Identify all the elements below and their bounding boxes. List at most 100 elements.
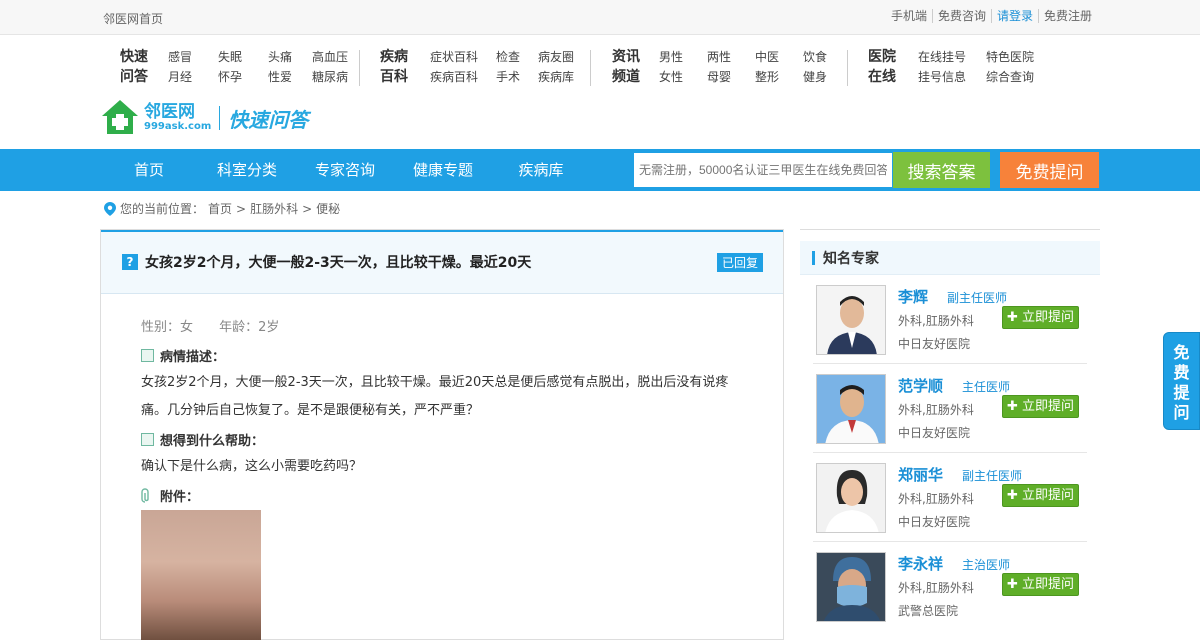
paperclip-icon — [141, 488, 149, 503]
doctor-avatar[interactable] — [816, 552, 886, 622]
top-bar: 邻医网首页 手机端 免费咨询 请登录 免费注册 — [0, 0, 1200, 35]
ask-doctor-button[interactable]: ✚ 立即提问 — [1002, 484, 1079, 507]
site-logo[interactable]: 邻医网 999ask.com 快速问答 — [100, 98, 308, 138]
breadcrumb-department[interactable]: 肛肠外科 — [250, 200, 298, 217]
menu-item[interactable]: 怀孕 — [218, 67, 268, 87]
doctor-avatar[interactable] — [816, 285, 886, 355]
status-badge: 已回复 — [716, 253, 763, 272]
mobile-link[interactable]: 手机端 — [886, 9, 932, 23]
nav-expert-consult[interactable]: 专家咨询 — [296, 149, 394, 191]
help-text: 确认下是什么病，这么小需要吃药吗？ — [141, 459, 363, 474]
menu-group-hospital: 医院 在线 在线挂号 挂号信息 特色医院 综合查询 — [862, 47, 1046, 87]
free-consult-link[interactable]: 免费咨询 — [931, 9, 991, 23]
menu-category-qa[interactable]: 快速 问答 — [114, 47, 154, 87]
menu-category-hospital[interactable]: 医院 在线 — [862, 47, 902, 87]
login-link[interactable]: 请登录 — [990, 9, 1038, 23]
help-heading: 想得到什么帮助： — [141, 430, 264, 449]
floating-ask-button[interactable]: 免费提问 — [1163, 332, 1200, 430]
menu-item[interactable]: 检查 — [496, 47, 538, 67]
menu-group-news: 资讯 频道 男性 女性 两性 母婴 中医 整形 饮食 健身 — [606, 47, 843, 87]
nav-departments[interactable]: 科室分类 — [198, 149, 296, 191]
menu-item[interactable]: 头痛 — [268, 47, 312, 67]
menu-item[interactable]: 中医 — [755, 47, 803, 67]
logo-name: 邻医网 — [144, 102, 195, 122]
menu-item[interactable]: 性爱 — [268, 67, 312, 87]
plus-icon: ✚ — [1006, 310, 1018, 325]
doctor-card: 范学顺 主任医师 外科,肛肠外科 中日友好医院 ✚ 立即提问 — [813, 364, 1087, 453]
doctor-card: 李永祥 主治医师 外科,肛肠外科 武警总医院 ✚ 立即提问 — [813, 542, 1087, 631]
doctor-title: 主任医师 — [962, 380, 1011, 394]
breadcrumb: 您的当前位置： 首页 > 肛肠外科 > 便秘 — [104, 200, 340, 217]
menu-item[interactable]: 两性 — [707, 47, 755, 67]
ask-doctor-button[interactable]: ✚ 立即提问 — [1002, 573, 1079, 596]
register-link[interactable]: 免费注册 — [1037, 9, 1097, 23]
doctor-title: 主治医师 — [962, 558, 1011, 572]
doctor-department: 外科,肛肠外科 — [898, 581, 974, 595]
menu-item[interactable]: 整形 — [755, 67, 803, 87]
floating-ask-label: 免费提问 — [1173, 343, 1190, 422]
menu-category-news[interactable]: 资讯 频道 — [606, 47, 646, 87]
menu-item[interactable]: 母婴 — [707, 67, 755, 87]
category-menu: 快速 问答 感冒 月经 失眠 怀孕 头痛 性爱 高血压 糖尿病 疾病 百科 症状百科… — [0, 35, 1200, 95]
nav-home[interactable]: 首页 — [100, 149, 198, 191]
question-mark-icon: ? — [122, 254, 138, 270]
menu-item[interactable]: 感冒 — [168, 47, 218, 67]
menu-item[interactable]: 疾病库 — [538, 67, 598, 87]
menu-item[interactable]: 综合查询 — [986, 67, 1046, 87]
doctor-department: 外科,肛肠外科 — [898, 403, 974, 417]
top-links: 手机端 免费咨询 请登录 免费注册 — [886, 9, 1097, 23]
menu-item[interactable]: 病友圈 — [538, 47, 598, 67]
menu-item[interactable]: 健身 — [803, 67, 843, 87]
doctor-title: 副主任医师 — [947, 291, 1008, 305]
doctor-name[interactable]: 郑丽华 — [898, 464, 943, 485]
menu-item[interactable]: 男性 — [659, 47, 707, 67]
description-heading: 病情描述： — [141, 346, 225, 365]
plus-icon: ✚ — [1006, 399, 1018, 414]
breadcrumb-home[interactable]: 首页 — [208, 200, 232, 217]
ask-doctor-button[interactable]: ✚ 立即提问 — [1002, 306, 1079, 329]
menu-item[interactable]: 失眠 — [218, 47, 268, 67]
doctor-avatar[interactable] — [816, 374, 886, 444]
breadcrumb-prefix: 您的当前位置： — [120, 202, 205, 216]
search-button[interactable]: 搜索答案 — [893, 152, 990, 188]
doctor-title: 副主任医师 — [962, 469, 1023, 483]
nav-health-topics[interactable]: 健康专题 — [394, 149, 492, 191]
doctor-name[interactable]: 范学顺 — [898, 375, 943, 396]
menu-item[interactable]: 饮食 — [803, 47, 843, 67]
menu-item[interactable]: 月经 — [168, 67, 218, 87]
search-input[interactable] — [633, 152, 893, 188]
description-text: 女孩2岁2个月，大便一般2-3天一次，且比较干燥。最近20天总是便后感觉有点脱出… — [141, 375, 729, 418]
doctor-name[interactable]: 李永祥 — [898, 553, 943, 574]
doctor-name[interactable]: 李辉 — [898, 286, 928, 307]
menu-group-disease: 疾病 百科 症状百科 疾病百科 检查 手术 病友圈 疾病库 — [374, 47, 598, 87]
menu-item[interactable]: 手术 — [496, 67, 538, 87]
menu-item[interactable]: 挂号信息 — [918, 67, 986, 87]
question-panel: ? 女孩2岁2个月，大便一般2-3天一次，且比较干燥。最近20天 已回复 性别：… — [100, 230, 784, 640]
menu-item[interactable]: 糖尿病 — [312, 67, 362, 87]
menu-divider — [847, 50, 848, 86]
site-home-link[interactable]: 邻医网首页 — [103, 10, 163, 27]
menu-item[interactable]: 在线挂号 — [918, 47, 986, 67]
menu-item[interactable]: 女性 — [659, 67, 707, 87]
header-accent-bar — [812, 250, 815, 265]
sidebar-header: 知名专家 — [800, 241, 1100, 275]
doctor-card: 李辉 副主任医师 外科,肛肠外科 中日友好医院 ✚ 立即提问 — [813, 275, 1087, 364]
breadcrumb-disease[interactable]: 便秘 — [316, 200, 340, 217]
menu-item[interactable]: 高血压 — [312, 47, 362, 67]
question-title: 女孩2岁2个月，大便一般2-3天一次，且比较干燥。最近20天 — [145, 255, 532, 271]
free-ask-button[interactable]: 免费提问 — [1000, 152, 1099, 188]
doctor-avatar[interactable] — [816, 463, 886, 533]
menu-item[interactable]: 症状百科 — [430, 47, 496, 67]
doctor-hospital: 中日友好医院 — [898, 426, 971, 440]
menu-item[interactable]: 疾病百科 — [430, 67, 496, 87]
question-header: ? 女孩2岁2个月，大便一般2-3天一次，且比较干燥。最近20天 已回复 — [101, 230, 783, 294]
patient-gender: 性别：女 — [141, 320, 194, 335]
attachment-heading: 附件： — [141, 486, 199, 505]
menu-category-disease[interactable]: 疾病 百科 — [374, 47, 414, 87]
logo-house-icon — [102, 100, 138, 134]
menu-item[interactable]: 特色医院 — [986, 47, 1046, 67]
ask-doctor-button[interactable]: ✚ 立即提问 — [1002, 395, 1079, 418]
document-icon — [141, 433, 154, 446]
attachment-photo[interactable] — [141, 510, 261, 640]
nav-disease-library[interactable]: 疾病库 — [492, 149, 590, 191]
